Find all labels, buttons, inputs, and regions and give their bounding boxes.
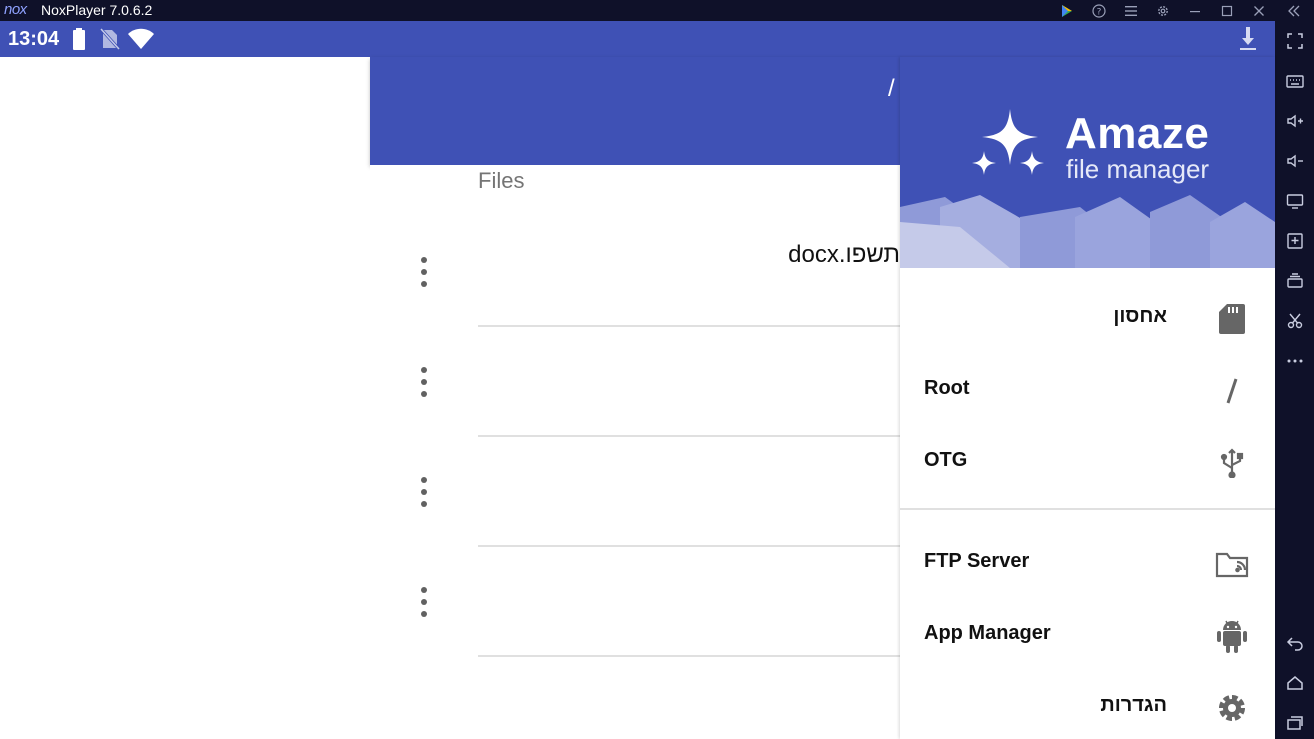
- emulator-toolbar: [1275, 21, 1314, 739]
- file-list: Files docx.תשפו: [370, 165, 900, 739]
- download-notification-icon: [1238, 26, 1258, 57]
- app-toolbar: /: [370, 57, 900, 165]
- keyboard-icon[interactable]: [1275, 65, 1314, 97]
- drawer-item-label: הגדרות: [1100, 694, 1167, 716]
- usb-icon: [1214, 447, 1250, 479]
- list-item[interactable]: docx.תשפו: [370, 217, 900, 327]
- amaze-logo-icon: [972, 109, 1044, 175]
- more-options-icon[interactable]: [1275, 345, 1314, 377]
- fullscreen-icon[interactable]: [1275, 25, 1314, 57]
- maximize-icon[interactable]: [1217, 0, 1237, 21]
- ftp-folder-icon: [1214, 548, 1250, 580]
- multi-instance-icon[interactable]: [1275, 265, 1314, 297]
- scissors-icon[interactable]: [1275, 305, 1314, 337]
- emulator-title-bar: nox NoxPlayer 7.0.6.2 ?: [0, 0, 1314, 21]
- drawer-item-app-manager[interactable]: App Manager: [900, 598, 1275, 670]
- drawer-item-label: אחסון: [1113, 305, 1167, 327]
- collapse-sidebar-icon[interactable]: [1284, 0, 1304, 21]
- screen-icon[interactable]: [1275, 185, 1314, 217]
- window-title: NoxPlayer 7.0.6.2: [41, 2, 153, 18]
- drawer-item-storage[interactable]: אחסון: [900, 281, 1275, 353]
- help-icon[interactable]: ?: [1089, 0, 1109, 21]
- file-name: docx.תשפו: [788, 241, 900, 268]
- drawer-item-label: App Manager: [924, 622, 1051, 644]
- section-header-files: Files: [478, 168, 525, 193]
- home-icon[interactable]: [1275, 667, 1314, 699]
- wifi-icon: [127, 28, 155, 55]
- current-path[interactable]: /: [888, 75, 895, 103]
- drawer-item-settings[interactable]: הגדרות: [900, 670, 1275, 739]
- play-store-icon[interactable]: [1057, 0, 1077, 21]
- drawer-item-label: Root: [924, 377, 970, 399]
- more-vert-icon[interactable]: [414, 587, 434, 617]
- drawer-item-label: OTG: [924, 449, 968, 471]
- no-sim-icon: [99, 27, 121, 55]
- list-item[interactable]: [370, 437, 900, 547]
- slash-icon: [1214, 375, 1250, 407]
- nox-logo: nox: [4, 1, 27, 18]
- close-icon[interactable]: [1249, 0, 1269, 21]
- row-divider: [478, 655, 900, 657]
- brand-subtitle: file manager: [1066, 154, 1210, 184]
- volume-up-icon[interactable]: [1275, 105, 1314, 137]
- settings-gear-icon: [1214, 692, 1250, 724]
- list-item[interactable]: [370, 327, 900, 437]
- drawer-item-root[interactable]: Root: [900, 353, 1275, 425]
- more-vert-icon[interactable]: [414, 367, 434, 397]
- menu-icon[interactable]: [1121, 0, 1141, 21]
- battery-icon: [72, 28, 86, 55]
- android-status-bar: 13:04: [0, 21, 1275, 57]
- more-vert-icon[interactable]: [414, 257, 434, 287]
- android-icon: [1214, 620, 1250, 653]
- back-icon[interactable]: [1275, 627, 1314, 659]
- drawer-item-label: FTP Server: [924, 550, 1030, 572]
- volume-down-icon[interactable]: [1275, 145, 1314, 177]
- emulator-screen: nox NoxPlayer 7.0.6.2 ? 13:04 / Files do…: [0, 0, 1314, 739]
- list-item[interactable]: [370, 547, 900, 657]
- recent-apps-icon[interactable]: [1275, 707, 1314, 739]
- drawer-header: Amaze file manager: [900, 57, 1275, 268]
- settings-icon[interactable]: [1153, 0, 1173, 21]
- left-pane: [0, 57, 370, 739]
- drawer-item-ftp-server[interactable]: FTP Server: [900, 526, 1275, 598]
- svg-text:?: ?: [1097, 7, 1102, 17]
- install-apk-icon[interactable]: [1275, 225, 1314, 257]
- brand-title: Amaze: [1065, 109, 1210, 158]
- navigation-drawer: Amaze file manager אחסון Root OTG FTP Se…: [900, 57, 1275, 739]
- minimize-icon[interactable]: [1185, 0, 1205, 21]
- clock: 13:04: [8, 28, 60, 50]
- more-vert-icon[interactable]: [414, 477, 434, 507]
- sd-card-icon: [1214, 303, 1250, 335]
- drawer-item-otg[interactable]: OTG: [900, 425, 1275, 497]
- drawer-divider: [900, 508, 1275, 510]
